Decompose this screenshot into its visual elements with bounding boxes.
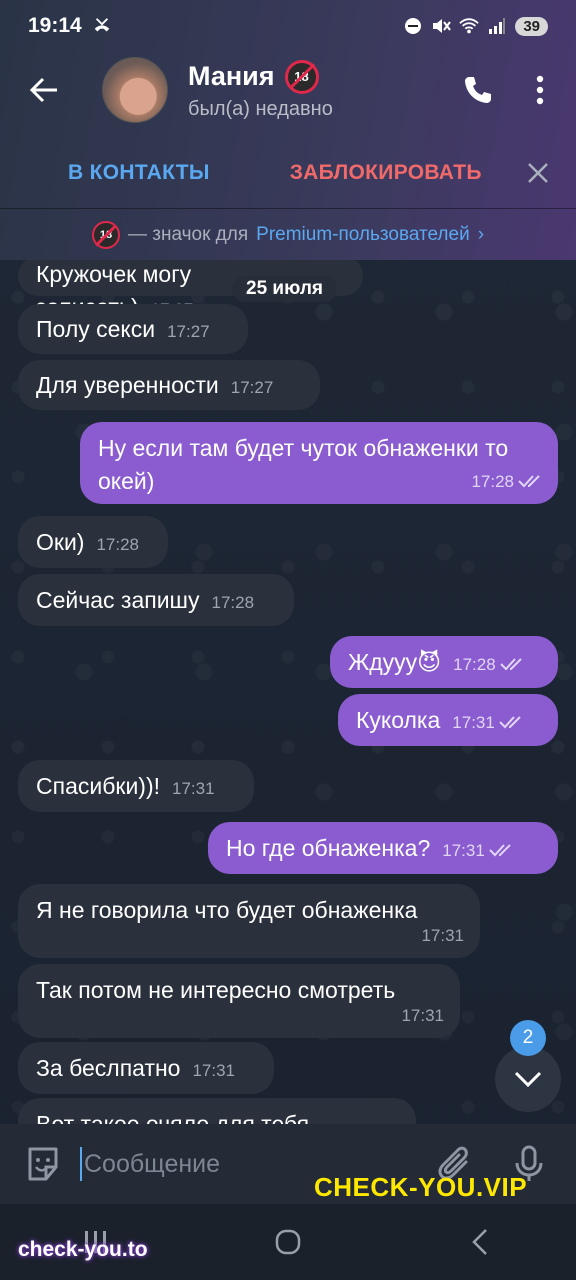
do-not-disturb-icon: [403, 16, 423, 36]
message-text: Куколка: [356, 707, 441, 733]
adult-badge-icon: 18: [284, 59, 319, 94]
message-time: 17:28: [471, 472, 514, 491]
contact-status: был(а) недавно: [188, 97, 333, 120]
more-button[interactable]: [520, 62, 560, 118]
message-time: 17:31: [192, 1061, 236, 1080]
message-text: Для уверенности: [36, 372, 219, 398]
double-check-icon: [518, 464, 544, 497]
chevron-down-icon: [514, 1071, 542, 1088]
header-divider: [0, 208, 576, 209]
back-button[interactable]: [14, 60, 74, 120]
premium-link[interactable]: Premium-пользователей: [256, 224, 470, 246]
chevron-right-icon: ›: [477, 224, 485, 245]
message-time: 17:31: [172, 779, 215, 798]
close-icon: [528, 163, 548, 183]
more-vert-icon: [536, 75, 544, 105]
message-text: Я не говорила что будет обнаженка: [36, 897, 418, 923]
message-text: Ждууу😈: [348, 649, 442, 675]
close-action-bar-button[interactable]: [520, 155, 556, 191]
double-check-icon: [499, 647, 526, 680]
message-text: Но где обнаженка?: [226, 835, 431, 861]
message-text: Спасибки))!: [36, 773, 160, 799]
message-text: Так потом не интересно смотреть: [36, 977, 396, 1003]
call-button[interactable]: [450, 62, 506, 118]
premium-text: — значок для: [127, 224, 249, 245]
premium-hint[interactable]: 18 — значок для Premium-пользователей ›: [0, 212, 576, 258]
contact-name: Мания: [188, 61, 275, 91]
status-bar: 19:14 39: [0, 0, 576, 52]
message-incoming[interactable]: За беслпатно 17:31: [18, 1042, 274, 1094]
message-outgoing[interactable]: Куколка 17:31: [338, 694, 558, 746]
mute-icon: [431, 16, 452, 36]
home-icon: [275, 1229, 301, 1255]
battery-indicator: 39: [515, 16, 548, 36]
message-time: 17:28: [453, 655, 496, 674]
sticker-icon: [28, 1147, 58, 1181]
message-incoming[interactable]: Для уверенности 17:27: [18, 360, 320, 410]
message-time: 17:31: [401, 1006, 444, 1025]
avatar[interactable]: [102, 57, 168, 123]
message-time: 17:31: [452, 713, 495, 732]
message-outgoing[interactable]: Ну если там будет чуток обнаженки то оке…: [80, 422, 558, 504]
back-nav-button[interactable]: [450, 1217, 510, 1267]
message-outgoing[interactable]: Но где обнаженка? 17:31: [208, 822, 558, 874]
message-time: 17:27: [230, 378, 274, 397]
adult-badge-icon: 18: [91, 221, 120, 249]
message-text: Сейчас запишу: [36, 587, 200, 613]
message-outgoing[interactable]: Ждууу😈 17:28: [330, 636, 558, 688]
message-text: За беслпатно: [36, 1055, 181, 1081]
message-incoming[interactable]: Я не говорила что будет обнаженка 17:31: [18, 884, 480, 958]
contact-info[interactable]: Мания 18 был(а) недавно: [188, 59, 450, 121]
message-time: 17:31: [442, 841, 485, 860]
unread-count-badge: 2: [510, 1020, 546, 1056]
message-text: Полу секси: [36, 316, 156, 342]
chevron-left-icon: [472, 1229, 487, 1255]
signal-icon: [487, 16, 507, 36]
arrow-left-icon: [29, 77, 57, 103]
corner-watermark: check-you.to: [18, 1238, 148, 1261]
title-row: Мания 18 был(а) недавно: [0, 52, 576, 128]
message-text: Оки): [36, 529, 85, 555]
clock: 19:14: [28, 14, 82, 37]
message-time: 17:28: [96, 535, 140, 554]
emoji-button[interactable]: [20, 1141, 66, 1187]
message-time: 17:27: [167, 322, 210, 341]
double-check-icon: [499, 705, 525, 738]
message-incoming[interactable]: Так потом не интересно смотреть 17:31: [18, 964, 460, 1038]
phone-icon: [465, 77, 491, 103]
home-button[interactable]: [258, 1217, 318, 1267]
message-time: 17:28: [211, 593, 255, 612]
add-contact-button[interactable]: В КОНТАКТЫ: [68, 161, 210, 185]
watermark: CHECK-YOU.VIP: [314, 1172, 528, 1202]
double-check-icon: [489, 833, 515, 866]
contact-action-bar: В КОНТАКТЫ ЗАБЛОКИРОВАТЬ: [0, 138, 576, 208]
message-incoming[interactable]: Сейчас запишу 17:28: [18, 574, 294, 626]
wifi-icon: [459, 16, 480, 36]
missed-call-icon: [92, 16, 112, 36]
message-incoming[interactable]: Оки) 17:28: [18, 516, 168, 568]
message-incoming[interactable]: Спасибки))! 17:31: [18, 760, 254, 812]
message-time: 17:31: [421, 926, 464, 945]
block-button[interactable]: ЗАБЛОКИРОВАТЬ: [290, 161, 482, 185]
date-separator: 25 июля: [232, 276, 338, 302]
message-incoming[interactable]: Полу секси 17:27: [18, 304, 248, 354]
text-cursor: [80, 1147, 82, 1181]
